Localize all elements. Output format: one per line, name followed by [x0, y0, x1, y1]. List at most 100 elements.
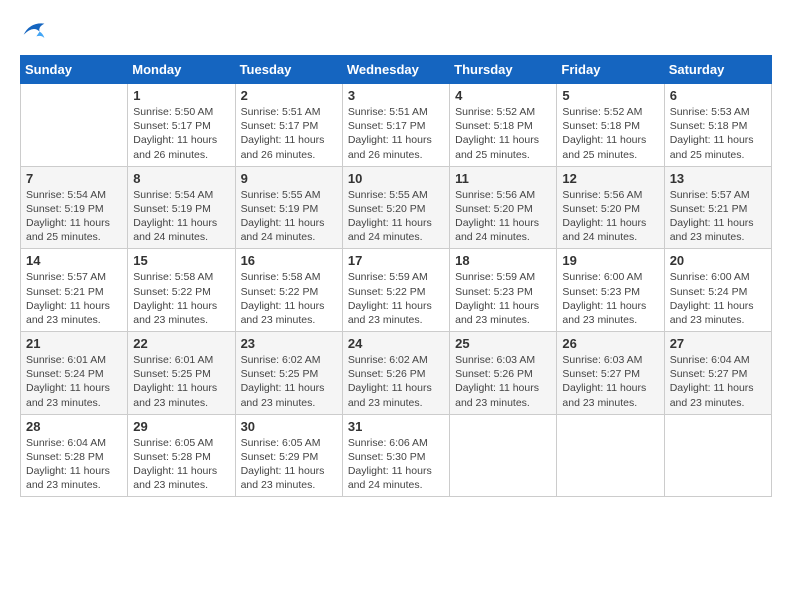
day-number: 26: [562, 336, 658, 351]
cell-content: Sunrise: 6:05 AM Sunset: 5:28 PM Dayligh…: [133, 436, 229, 493]
cell-content: Sunrise: 6:00 AM Sunset: 5:23 PM Dayligh…: [562, 270, 658, 327]
calendar-week-row: 14 Sunrise: 5:57 AM Sunset: 5:21 PM Dayli…: [21, 249, 772, 332]
day-number: 25: [455, 336, 551, 351]
cell-content: Sunrise: 6:01 AM Sunset: 5:25 PM Dayligh…: [133, 353, 229, 410]
calendar-cell: 30 Sunrise: 6:05 AM Sunset: 5:29 PM Dayli…: [235, 414, 342, 497]
day-number: 28: [26, 419, 122, 434]
page-container: SundayMondayTuesdayWednesdayThursdayFrid…: [20, 20, 772, 497]
calendar-cell: [557, 414, 664, 497]
calendar-cell: 9 Sunrise: 5:55 AM Sunset: 5:19 PM Daylig…: [235, 166, 342, 249]
day-number: 23: [241, 336, 337, 351]
calendar-cell: 1 Sunrise: 5:50 AM Sunset: 5:17 PM Daylig…: [128, 84, 235, 167]
calendar-cell: 27Sunrise: 6:04 AM Sunset: 5:27 PM Dayli…: [664, 332, 771, 415]
day-number: 6: [670, 88, 766, 103]
day-number: 7: [26, 171, 122, 186]
day-number: 22: [133, 336, 229, 351]
calendar-cell: 31 Sunrise: 6:06 AM Sunset: 5:30 PM Dayli…: [342, 414, 449, 497]
calendar-cell: 12 Sunrise: 5:56 AM Sunset: 5:20 PM Dayli…: [557, 166, 664, 249]
cell-content: Sunrise: 6:05 AM Sunset: 5:29 PM Dayligh…: [241, 436, 337, 493]
calendar-day-header: Friday: [557, 56, 664, 84]
calendar-day-header: Thursday: [450, 56, 557, 84]
day-number: 4: [455, 88, 551, 103]
day-number: 21: [26, 336, 122, 351]
logo-text: [20, 20, 46, 45]
calendar-cell: 26 Sunrise: 6:03 AM Sunset: 5:27 PM Dayli…: [557, 332, 664, 415]
calendar-week-row: 1 Sunrise: 5:50 AM Sunset: 5:17 PM Daylig…: [21, 84, 772, 167]
calendar-cell: 15Sunrise: 5:58 AM Sunset: 5:22 PM Dayli…: [128, 249, 235, 332]
calendar-week-row: 28 Sunrise: 6:04 AM Sunset: 5:28 PM Dayli…: [21, 414, 772, 497]
day-number: 12: [562, 171, 658, 186]
cell-content: Sunrise: 5:50 AM Sunset: 5:17 PM Dayligh…: [133, 105, 229, 162]
calendar-cell: 22 Sunrise: 6:01 AM Sunset: 5:25 PM Dayli…: [128, 332, 235, 415]
logo: [20, 20, 46, 45]
cell-content: Sunrise: 5:57 AM Sunset: 5:21 PM Dayligh…: [670, 188, 766, 245]
day-number: 3: [348, 88, 444, 103]
calendar-cell: 14 Sunrise: 5:57 AM Sunset: 5:21 PM Dayli…: [21, 249, 128, 332]
calendar-cell: 13Sunrise: 5:57 AM Sunset: 5:21 PM Dayli…: [664, 166, 771, 249]
cell-content: Sunrise: 6:04 AM Sunset: 5:28 PM Dayligh…: [26, 436, 122, 493]
day-number: 29: [133, 419, 229, 434]
calendar-cell: 24Sunrise: 6:02 AM Sunset: 5:26 PM Dayli…: [342, 332, 449, 415]
cell-content: Sunrise: 6:03 AM Sunset: 5:26 PM Dayligh…: [455, 353, 551, 410]
day-number: 19: [562, 253, 658, 268]
calendar-cell: 17 Sunrise: 5:59 AM Sunset: 5:22 PM Dayli…: [342, 249, 449, 332]
calendar-cell: 4Sunrise: 5:52 AM Sunset: 5:18 PM Daylig…: [450, 84, 557, 167]
day-number: 10: [348, 171, 444, 186]
day-number: 8: [133, 171, 229, 186]
day-number: 16: [241, 253, 337, 268]
day-number: 20: [670, 253, 766, 268]
cell-content: Sunrise: 6:01 AM Sunset: 5:24 PM Dayligh…: [26, 353, 122, 410]
cell-content: Sunrise: 5:57 AM Sunset: 5:21 PM Dayligh…: [26, 270, 122, 327]
calendar-cell: 25 Sunrise: 6:03 AM Sunset: 5:26 PM Dayli…: [450, 332, 557, 415]
calendar-week-row: 21 Sunrise: 6:01 AM Sunset: 5:24 PM Dayli…: [21, 332, 772, 415]
cell-content: Sunrise: 5:51 AM Sunset: 5:17 PM Dayligh…: [348, 105, 444, 162]
cell-content: Sunrise: 5:56 AM Sunset: 5:20 PM Dayligh…: [562, 188, 658, 245]
calendar-table: SundayMondayTuesdayWednesdayThursdayFrid…: [20, 55, 772, 497]
cell-content: Sunrise: 5:54 AM Sunset: 5:19 PM Dayligh…: [133, 188, 229, 245]
day-number: 15: [133, 253, 229, 268]
calendar-cell: 10 Sunrise: 5:55 AM Sunset: 5:20 PM Dayli…: [342, 166, 449, 249]
day-number: 17: [348, 253, 444, 268]
calendar-cell: 20Sunrise: 6:00 AM Sunset: 5:24 PM Dayli…: [664, 249, 771, 332]
calendar-cell: 5Sunrise: 5:52 AM Sunset: 5:18 PM Daylig…: [557, 84, 664, 167]
calendar-cell: 16 Sunrise: 5:58 AM Sunset: 5:22 PM Dayli…: [235, 249, 342, 332]
cell-content: Sunrise: 5:56 AM Sunset: 5:20 PM Dayligh…: [455, 188, 551, 245]
calendar-cell: [21, 84, 128, 167]
cell-content: Sunrise: 5:58 AM Sunset: 5:22 PM Dayligh…: [241, 270, 337, 327]
calendar-cell: 19 Sunrise: 6:00 AM Sunset: 5:23 PM Dayli…: [557, 249, 664, 332]
cell-content: Sunrise: 5:53 AM Sunset: 5:18 PM Dayligh…: [670, 105, 766, 162]
calendar-day-header: Wednesday: [342, 56, 449, 84]
day-number: 11: [455, 171, 551, 186]
cell-content: Sunrise: 6:02 AM Sunset: 5:25 PM Dayligh…: [241, 353, 337, 410]
day-number: 14: [26, 253, 122, 268]
cell-content: Sunrise: 6:04 AM Sunset: 5:27 PM Dayligh…: [670, 353, 766, 410]
day-number: 9: [241, 171, 337, 186]
calendar-cell: 11 Sunrise: 5:56 AM Sunset: 5:20 PM Dayli…: [450, 166, 557, 249]
calendar-day-header: Monday: [128, 56, 235, 84]
day-number: 18: [455, 253, 551, 268]
calendar-cell: 3 Sunrise: 5:51 AM Sunset: 5:17 PM Daylig…: [342, 84, 449, 167]
calendar-day-header: Saturday: [664, 56, 771, 84]
cell-content: Sunrise: 5:55 AM Sunset: 5:19 PM Dayligh…: [241, 188, 337, 245]
calendar-cell: 28 Sunrise: 6:04 AM Sunset: 5:28 PM Dayli…: [21, 414, 128, 497]
cell-content: Sunrise: 5:55 AM Sunset: 5:20 PM Dayligh…: [348, 188, 444, 245]
cell-content: Sunrise: 5:51 AM Sunset: 5:17 PM Dayligh…: [241, 105, 337, 162]
logo-bird-icon: [22, 20, 46, 40]
calendar-header-row: SundayMondayTuesdayWednesdayThursdayFrid…: [21, 56, 772, 84]
calendar-week-row: 7 Sunrise: 5:54 AM Sunset: 5:19 PM Daylig…: [21, 166, 772, 249]
cell-content: Sunrise: 5:54 AM Sunset: 5:19 PM Dayligh…: [26, 188, 122, 245]
day-number: 30: [241, 419, 337, 434]
header: [20, 20, 772, 45]
cell-content: Sunrise: 6:02 AM Sunset: 5:26 PM Dayligh…: [348, 353, 444, 410]
cell-content: Sunrise: 5:59 AM Sunset: 5:23 PM Dayligh…: [455, 270, 551, 327]
calendar-cell: [664, 414, 771, 497]
calendar-cell: 6 Sunrise: 5:53 AM Sunset: 5:18 PM Daylig…: [664, 84, 771, 167]
cell-content: Sunrise: 5:59 AM Sunset: 5:22 PM Dayligh…: [348, 270, 444, 327]
cell-content: Sunrise: 6:06 AM Sunset: 5:30 PM Dayligh…: [348, 436, 444, 493]
calendar-cell: 21 Sunrise: 6:01 AM Sunset: 5:24 PM Dayli…: [21, 332, 128, 415]
cell-content: Sunrise: 6:03 AM Sunset: 5:27 PM Dayligh…: [562, 353, 658, 410]
day-number: 31: [348, 419, 444, 434]
day-number: 1: [133, 88, 229, 103]
calendar-cell: 18 Sunrise: 5:59 AM Sunset: 5:23 PM Dayli…: [450, 249, 557, 332]
day-number: 2: [241, 88, 337, 103]
